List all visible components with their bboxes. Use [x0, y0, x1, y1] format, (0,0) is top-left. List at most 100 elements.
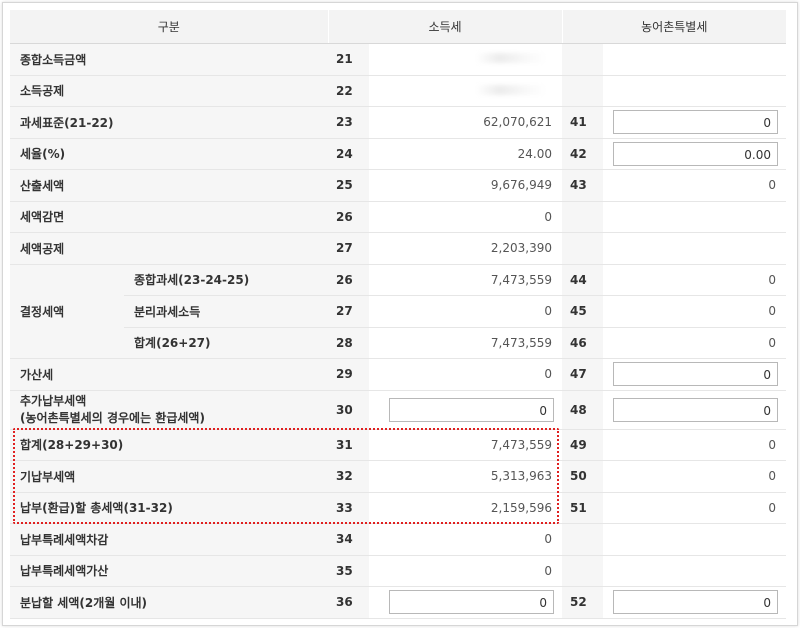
row-number-2: 50	[562, 460, 603, 493]
table-row: 합계(28+29+30) 31 7,473,559 49 0	[10, 429, 786, 461]
row-sublabel: 분리과세소득	[124, 295, 328, 328]
row-label: 기납부세액	[10, 460, 328, 493]
row-number: 22	[328, 75, 369, 107]
row-number: 27	[328, 295, 369, 328]
decision-tax-label: 결정세액	[10, 264, 124, 359]
row-label: 납부(환급)할 총세액(31-32)	[10, 492, 328, 524]
row-label: 추가납부세액 (농어촌특별세의 경우에는 환급세액)	[10, 390, 328, 430]
row-number: 34	[328, 523, 369, 556]
tax-calculation-table: 구분 소득세 농어촌특별세 종합소득금액 21 소득공제 22 과세표준(21-…	[10, 10, 786, 619]
row-number: 21	[328, 43, 369, 76]
row-number: 35	[328, 555, 369, 587]
table-row: 과세표준(21-22) 23 62,070,621 41 0	[10, 106, 786, 139]
row-number: 25	[328, 169, 369, 202]
row-value-2: 0	[603, 460, 786, 493]
rural-tax-input-52[interactable]: 0	[613, 590, 778, 615]
row-label: 세액감면	[10, 201, 328, 233]
row-value: 0	[369, 201, 562, 233]
rural-tax-input-48[interactable]: 0	[613, 397, 778, 422]
row-sublabel: 종합과세(23-24-25)	[124, 264, 328, 296]
table-row: 산출세액 25 9,676,949 43 0	[10, 169, 786, 202]
row-number-2: 42	[562, 138, 603, 170]
table-row: 세율(%) 24 24.00 42 0.00	[10, 138, 786, 170]
row-number: 28	[328, 327, 369, 359]
row-number: 26	[328, 264, 369, 296]
row-label: 가산세	[10, 358, 328, 391]
row-value-2: 0	[603, 429, 786, 461]
table-row: 세액감면 26 0	[10, 201, 786, 233]
header-row: 구분 소득세 농어촌특별세	[10, 10, 786, 44]
row-number-2: 46	[562, 327, 603, 359]
row-label: 분납할 세액(2개월 이내)	[10, 586, 328, 619]
table-row: 추가납부세액 (농어촌특별세의 경우에는 환급세액) 30 0 48 0	[10, 390, 786, 430]
row-value: 0	[369, 523, 562, 556]
table-row: 소득공제 22	[10, 75, 786, 107]
row-value: 2,203,390	[369, 232, 562, 265]
row-value: 0	[369, 358, 562, 391]
row-label-line2: (농어촌특별세의 경우에는 환급세액)	[20, 410, 205, 425]
row-label: 세액공제	[10, 232, 328, 265]
row-label: 세율(%)	[10, 138, 328, 170]
table-row: 합계(26+27) 28 7,473,559 46 0	[10, 327, 786, 359]
table-row: 세액공제 27 2,203,390	[10, 232, 786, 265]
blurred-value	[369, 75, 562, 107]
row-value-2: 0	[603, 295, 786, 328]
table-row: 납부(환급)할 총세액(31-32) 33 2,159,596 51 0	[10, 492, 786, 524]
row-label: 과세표준(21-22)	[10, 106, 328, 139]
row-label: 납부특례세액차감	[10, 523, 328, 556]
row-number-2: 52	[562, 586, 603, 619]
row-number: 27	[328, 232, 369, 265]
row-number: 26	[328, 201, 369, 233]
income-tax-input-36[interactable]: 0	[389, 590, 554, 615]
header-rural-special-tax: 농어촌특별세	[561, 10, 786, 44]
row-value: 0	[369, 555, 562, 587]
row-number-2: 41	[562, 106, 603, 139]
row-value-2: 0	[603, 264, 786, 296]
row-number: 31	[328, 429, 369, 461]
row-value-2: 0	[603, 327, 786, 359]
table-row: 기납부세액 32 5,313,963 50 0	[10, 460, 786, 493]
table-row: 분납할 세액(2개월 이내) 36 0 52 0	[10, 586, 786, 619]
row-number-2: 48	[562, 390, 603, 430]
row-label: 납부특례세액가산	[10, 555, 328, 587]
row-value: 7,473,559	[369, 264, 562, 296]
header-category: 구분	[10, 10, 328, 44]
blurred-value	[369, 43, 562, 76]
row-number: 36	[328, 586, 369, 619]
header-income-tax: 소득세	[327, 10, 562, 44]
row-value: 7,473,559	[369, 327, 562, 359]
row-value: 0	[369, 295, 562, 328]
income-tax-input-30[interactable]: 0	[389, 397, 554, 422]
table-row: 납부특례세액가산 35 0	[10, 555, 786, 587]
rural-tax-input-41[interactable]: 0	[613, 110, 778, 135]
table-row: 종합소득금액 21	[10, 43, 786, 76]
row-label: 소득공제	[10, 75, 328, 107]
row-value: 9,676,949	[369, 169, 562, 202]
table-row: 분리과세소득 27 0 45 0	[10, 295, 786, 328]
row-value: 7,473,559	[369, 429, 562, 461]
rural-tax-input-47[interactable]: 0	[613, 362, 778, 387]
row-label-line1: 추가납부세액	[20, 393, 87, 408]
row-value-2: 0	[603, 169, 786, 202]
row-label: 합계(28+29+30)	[10, 429, 328, 461]
rural-tax-input-42[interactable]: 0.00	[613, 141, 778, 166]
row-number: 30	[328, 390, 369, 430]
row-number-2: 44	[562, 264, 603, 296]
row-label: 산출세액	[10, 169, 328, 202]
row-number-2: 45	[562, 295, 603, 328]
row-number-2: 51	[562, 492, 603, 524]
row-number-2: 49	[562, 429, 603, 461]
row-value: 24.00	[369, 138, 562, 170]
table-row: 가산세 29 0 47 0	[10, 358, 786, 391]
table-row: 납부특례세액차감 34 0	[10, 523, 786, 556]
row-label: 종합소득금액	[10, 43, 328, 76]
row-number: 29	[328, 358, 369, 391]
row-value: 5,313,963	[369, 460, 562, 493]
row-number: 32	[328, 460, 369, 493]
row-value: 62,070,621	[369, 106, 562, 139]
row-number: 33	[328, 492, 369, 524]
row-number-2: 43	[562, 169, 603, 202]
row-number: 23	[328, 106, 369, 139]
row-number-2: 47	[562, 358, 603, 391]
row-value: 2,159,596	[369, 492, 562, 524]
